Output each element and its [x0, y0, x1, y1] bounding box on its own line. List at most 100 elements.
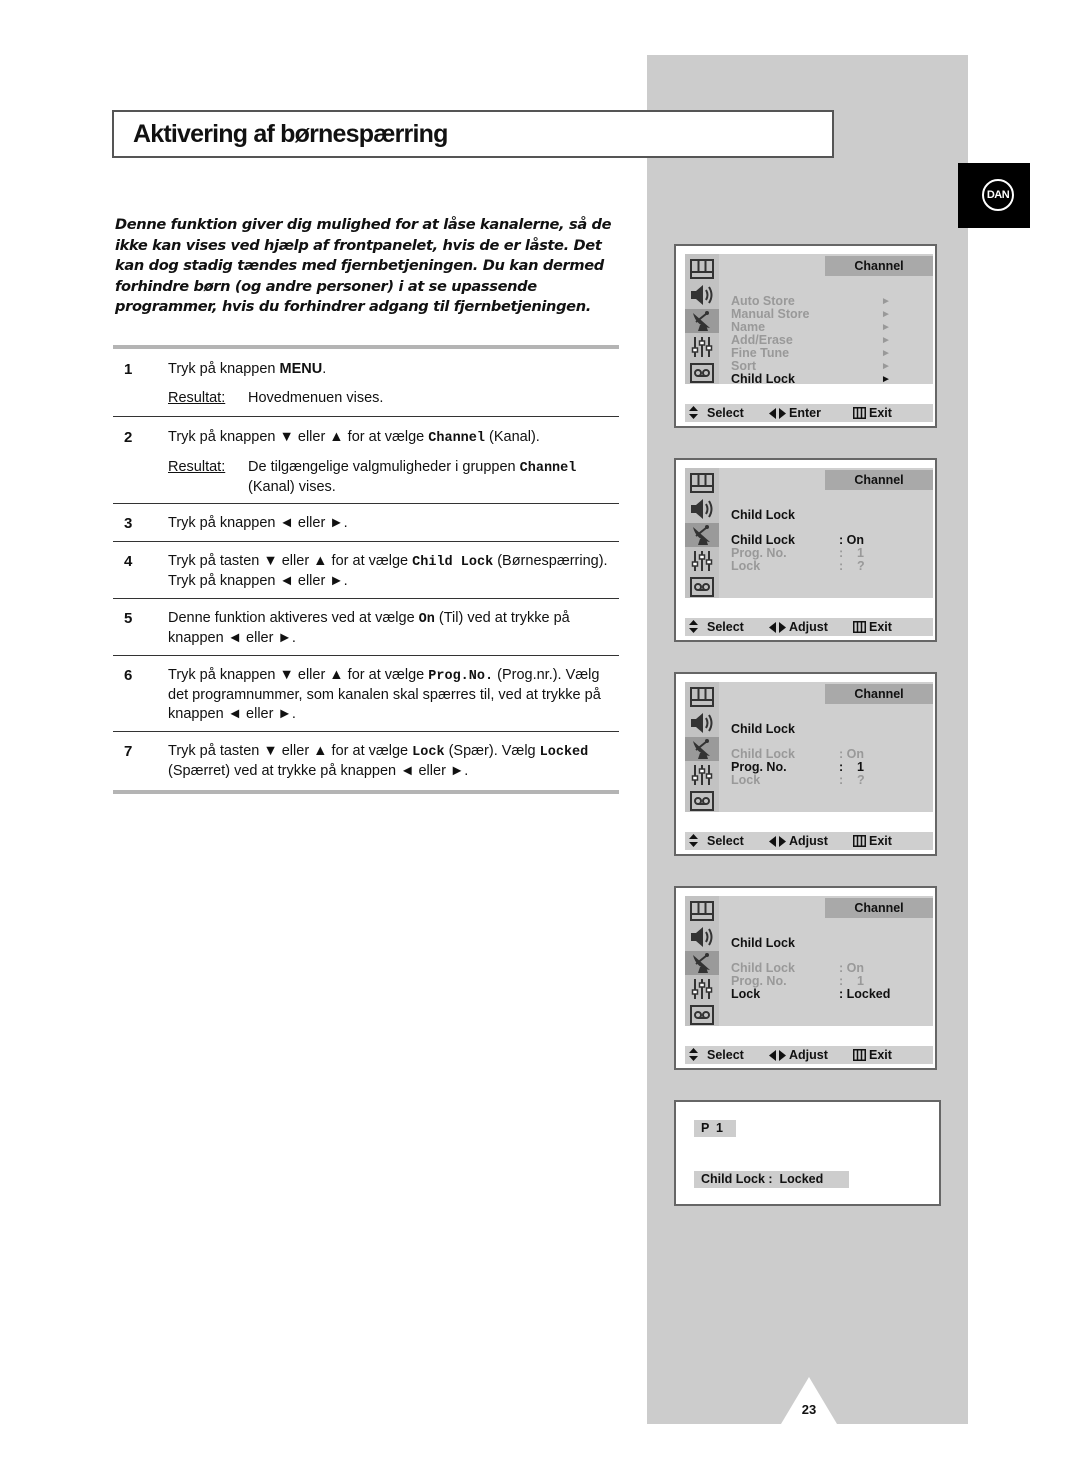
footer-action-label: Adjust	[789, 620, 828, 634]
osd-setting-label[interactable]: Lock	[731, 774, 760, 787]
section-rule-bottom	[113, 790, 619, 794]
up-down-icon	[689, 406, 698, 419]
left-right-icon	[769, 1048, 786, 1066]
footer-exit-label: Exit	[869, 406, 892, 420]
left-right-icon	[769, 1050, 786, 1061]
picture-icon[interactable]	[688, 685, 716, 709]
osd-screen-lock-locked: Channel Child Lock Child Lock: On Prog. No.…	[674, 886, 937, 1070]
setup-equalizer-icon[interactable]	[688, 549, 716, 573]
channel-antenna-icon[interactable]	[685, 737, 719, 761]
title-box: Aktivering af børnespærring	[112, 110, 834, 158]
osd-icon-column	[685, 468, 719, 598]
osd-screen-child-lock-on: Channel Child Lock Child Lock: On Prog. No.…	[674, 458, 937, 642]
picture-icon[interactable]	[688, 471, 716, 495]
intro-paragraph: Denne funktion giver dig mulighed for at…	[115, 216, 612, 315]
left-right-icon	[769, 622, 786, 633]
left-right-icon	[769, 406, 786, 424]
step-text: Tryk på knappen ▼ eller ▲ for at vælge P…	[168, 667, 601, 722]
up-down-icon	[689, 1048, 698, 1061]
step-number: 4	[124, 553, 133, 570]
menu-exit-icon	[853, 621, 866, 633]
step-number: 2	[124, 429, 133, 446]
osd-icon-column	[685, 254, 719, 384]
setup-equalizer-icon[interactable]	[688, 763, 716, 787]
channel-antenna-icon[interactable]	[685, 523, 719, 547]
submenu-arrow-icon: ►	[881, 296, 891, 307]
divider	[113, 731, 619, 732]
divider	[113, 598, 619, 599]
submenu-arrow-icon: ►	[881, 374, 891, 385]
setup-equalizer-icon[interactable]	[688, 335, 716, 359]
osd-footer: Select Adjust Exit	[685, 832, 933, 850]
osd-screen-channel-menu: Channel Auto Store ► Manual Store ► Name ► Add/…	[674, 244, 937, 428]
input-tape-icon[interactable]	[688, 575, 716, 599]
step-number: 7	[124, 743, 133, 760]
footer-select-label: Select	[707, 1048, 744, 1062]
sound-icon[interactable]	[688, 497, 716, 521]
osd-icon-column	[685, 896, 719, 1026]
osd-tab-channel: Channel	[825, 470, 933, 490]
osd-setting-value: : ?	[839, 773, 865, 787]
menu-exit-icon	[853, 835, 866, 847]
result-text: De tilgængelige valgmuligheder i gruppen…	[248, 459, 577, 495]
osd-footer: Select Enter Exit	[685, 404, 933, 422]
up-down-icon	[689, 1048, 698, 1066]
step-number: 1	[124, 361, 133, 378]
menu-exit-icon	[853, 1048, 866, 1066]
picture-icon[interactable]	[688, 899, 716, 923]
step-text: Tryk på tasten ▼ eller ▲ for at vælge Ch…	[168, 553, 608, 589]
osd-panel: Channel Child Lock Child Lock: On Prog. No.…	[685, 682, 933, 812]
step-text: Tryk på tasten ▼ eller ▲ for at vælge Lo…	[168, 743, 589, 779]
step-number: 5	[124, 610, 133, 627]
footer-select-label: Select	[707, 834, 744, 848]
footer-exit-label: Exit	[869, 620, 892, 634]
osd-status-screen: P 1 Child Lock : Locked	[674, 1100, 941, 1206]
footer-select-label: Select	[707, 620, 744, 634]
osd-setting-value: : ?	[839, 559, 865, 573]
sound-icon[interactable]	[688, 925, 716, 949]
result-text: Hovedmenuen vises.	[248, 390, 384, 406]
up-down-icon	[689, 834, 698, 852]
submenu-arrow-icon: ►	[881, 335, 891, 346]
language-badge: DAN	[958, 163, 1030, 228]
osd-tab-channel: Channel	[825, 898, 933, 918]
channel-antenna-icon[interactable]	[685, 951, 719, 975]
submenu-arrow-icon: ►	[881, 309, 891, 320]
osd-icon-column	[685, 682, 719, 812]
page-number: 23	[801, 1402, 817, 1417]
sound-icon[interactable]	[688, 711, 716, 735]
sound-icon[interactable]	[688, 283, 716, 307]
osd-setting-value: : Locked	[839, 987, 891, 1001]
divider	[113, 416, 619, 417]
picture-icon[interactable]	[688, 257, 716, 281]
setup-equalizer-icon[interactable]	[688, 977, 716, 1001]
osd-heading: Child Lock	[731, 722, 795, 736]
up-down-icon	[689, 406, 698, 424]
channel-antenna-icon[interactable]	[685, 309, 719, 333]
menu-exit-icon	[853, 620, 866, 638]
osd-footer: Select Adjust Exit	[685, 1046, 933, 1064]
divider	[113, 655, 619, 656]
input-tape-icon[interactable]	[688, 361, 716, 385]
footer-exit-label: Exit	[869, 1048, 892, 1062]
step-number: 3	[124, 515, 133, 532]
osd-setting-label[interactable]: Lock	[731, 560, 760, 573]
up-down-icon	[689, 620, 698, 633]
result-label: Resultat:	[168, 459, 226, 475]
up-down-icon	[689, 834, 698, 847]
menu-key: MENU	[279, 361, 323, 377]
input-tape-icon[interactable]	[688, 1003, 716, 1027]
osd-setting-label[interactable]: Lock	[731, 988, 760, 1001]
osd-tab-channel: Channel	[825, 256, 933, 276]
input-tape-icon[interactable]	[688, 789, 716, 813]
osd-menu-item[interactable]: Child Lock	[731, 373, 795, 386]
left-right-icon	[769, 408, 786, 419]
menu-exit-icon	[853, 407, 866, 419]
osd-panel: Channel Child Lock Child Lock: On Prog. No.…	[685, 896, 933, 1026]
menu-exit-icon	[853, 1049, 866, 1061]
osd-footer: Select Adjust Exit	[685, 618, 933, 636]
step-text: Tryk på knappen MENU.	[168, 361, 327, 377]
footer-action-label: Enter	[789, 406, 821, 420]
up-down-icon	[689, 620, 698, 638]
footer-action-label: Adjust	[789, 1048, 828, 1062]
